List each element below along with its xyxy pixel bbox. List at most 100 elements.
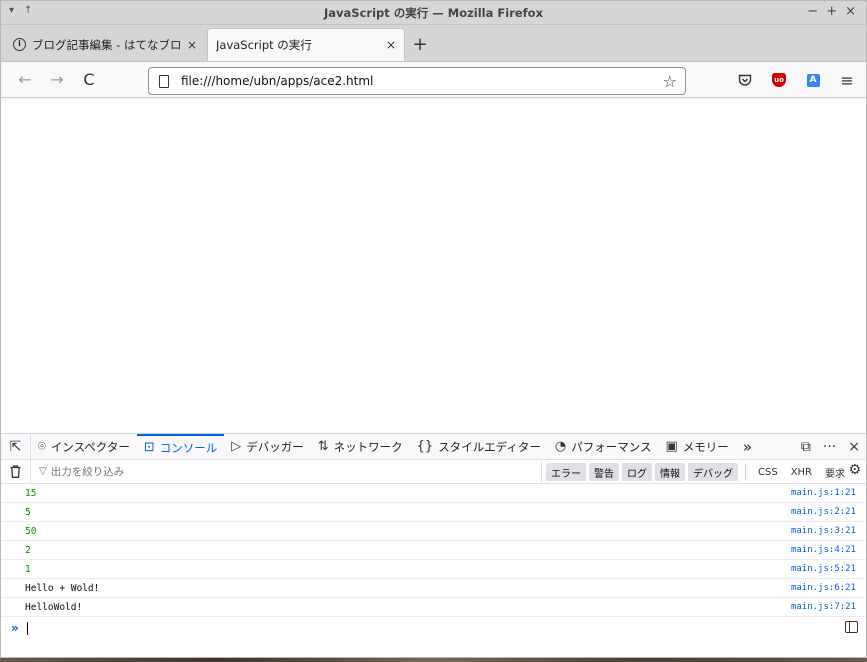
page-icon: [159, 74, 169, 88]
tab-performance[interactable]: ◔ パフォーマンス: [548, 434, 659, 459]
tab-hatena-blog[interactable]: i ブログ記事編集 - はてなブログ ×: [5, 28, 205, 61]
filter-placeholder: 出力を絞り込み: [50, 466, 125, 478]
funnel-icon: ▽: [39, 466, 47, 477]
ublock-origin-icon[interactable]: uo: [770, 69, 788, 91]
filter-error-button[interactable]: エラー: [546, 463, 586, 481]
network-icon: ⇅: [317, 439, 329, 454]
desktop-background-strip: [0, 658, 867, 662]
source-location-link[interactable]: main.js:5:21: [791, 564, 856, 574]
more-options-icon[interactable]: ···: [823, 439, 836, 455]
translate-icon[interactable]: A: [804, 69, 822, 91]
info-icon: i: [13, 38, 26, 51]
maximize-button[interactable]: +: [826, 4, 837, 19]
element-picker-icon[interactable]: ⇱: [1, 434, 31, 459]
url-bar[interactable]: file:///home/ubn/apps/ace2.html ☆: [148, 67, 686, 95]
console-message: 2: [25, 544, 31, 556]
braces-icon: {}: [416, 439, 434, 454]
filter-css-button[interactable]: CSS: [753, 463, 783, 481]
console-message-row: 1 main.js:5:21: [1, 560, 866, 579]
close-devtools-icon[interactable]: ×: [848, 439, 860, 455]
console-settings-gear-icon[interactable]: ⚙: [848, 462, 861, 478]
filter-info-button[interactable]: 情報: [655, 463, 685, 481]
source-location-link[interactable]: main.js:1:21: [791, 488, 856, 498]
console-message: 1: [25, 563, 31, 575]
tab-memory[interactable]: ▣ メモリー: [659, 434, 736, 459]
console-message-row: Hello + Wold! main.js:6:21: [1, 579, 866, 598]
filter-separator: [745, 464, 746, 480]
tab-strip: i ブログ記事編集 - はてなブログ × JavaScript の実行 × +: [1, 25, 866, 62]
filter-warning-button[interactable]: 警告: [589, 463, 619, 481]
tab-network[interactable]: ⇅ ネットワーク: [311, 434, 410, 459]
firefox-window: ▾ ↑ JavaScript の実行 — Mozilla Firefox − +…: [0, 0, 867, 658]
tab-label: デバッガー: [246, 439, 304, 454]
devtools-tab-bar: ⇱ ⌾ インスペクター ⊡ コンソール ▷ デバッガー ⇅ ネットワーク {} …: [1, 434, 866, 460]
filter-requests-button[interactable]: 要求: [820, 463, 850, 481]
console-message: 50: [25, 525, 37, 537]
devtools-panel: ⇱ ⌾ インスペクター ⊡ コンソール ▷ デバッガー ⇅ ネットワーク {} …: [1, 433, 866, 657]
console-input[interactable]: »: [1, 617, 866, 639]
source-location-link[interactable]: main.js:3:21: [791, 526, 856, 536]
new-tab-button[interactable]: +: [405, 28, 435, 61]
tab-label: パフォーマンス: [571, 439, 652, 454]
filter-log-button[interactable]: ログ: [622, 463, 652, 481]
console-output: 15 main.js:1:21 5 main.js:2:21 50 main.j…: [1, 484, 866, 617]
minimize-button[interactable]: −: [807, 4, 818, 19]
log-level-filters: エラー 警告 ログ 情報 デバッグ CSS XHR 要求: [541, 462, 850, 482]
close-window-button[interactable]: ×: [845, 4, 856, 19]
tab-label: スタイルエディター: [438, 439, 541, 454]
window-menu-icon[interactable]: ▾: [9, 5, 14, 16]
tab-label: ブログ記事編集 - はてなブログ: [32, 37, 181, 52]
tab-label: ネットワーク: [333, 439, 403, 454]
tab-console[interactable]: ⊡ コンソール: [136, 434, 225, 459]
window-title: JavaScript の実行 — Mozilla Firefox: [324, 5, 543, 20]
filter-xhr-button[interactable]: XHR: [786, 463, 817, 481]
url-text[interactable]: file:///home/ubn/apps/ace2.html: [181, 74, 663, 88]
source-location-link[interactable]: main.js:2:21: [791, 507, 856, 517]
console-message: 5: [25, 506, 31, 518]
tab-style-editor[interactable]: {} スタイルエディター: [410, 434, 548, 459]
pin-icon[interactable]: ↑: [24, 5, 32, 16]
console-icon: ⊡: [143, 440, 155, 455]
console-message: Hello + Wold!: [25, 582, 100, 594]
filter-debug-button[interactable]: デバッグ: [688, 463, 738, 481]
tab-javascript-run[interactable]: JavaScript の実行 ×: [207, 28, 405, 61]
inspector-icon: ⌾: [38, 439, 46, 454]
tab-label: メモリー: [682, 439, 729, 454]
title-bar: ▾ ↑ JavaScript の実行 — Mozilla Firefox − +…: [1, 1, 866, 25]
pocket-icon[interactable]: [736, 69, 754, 91]
console-filter-input[interactable]: ▽ 出力を絞り込み: [39, 464, 124, 479]
editor-mode-toggle-icon[interactable]: [845, 621, 858, 633]
debugger-icon: ▷: [231, 439, 242, 454]
tab-label: インスペクター: [50, 439, 130, 454]
reload-button[interactable]: C: [75, 66, 103, 94]
source-location-link[interactable]: main.js:6:21: [791, 583, 856, 593]
console-filter-bar: ▽ 出力を絞り込み エラー 警告 ログ 情報 デバッグ CSS XHR 要求 ⚙: [1, 460, 866, 484]
tab-label: JavaScript の実行: [216, 38, 312, 52]
console-message-row: 50 main.js:3:21: [1, 522, 866, 541]
source-location-link[interactable]: main.js:7:21: [791, 602, 856, 612]
page-content: [1, 99, 866, 433]
hamburger-menu-icon[interactable]: ≡: [838, 69, 856, 91]
toolbar-extensions: uo A ≡: [736, 69, 856, 91]
close-tab-icon[interactable]: ×: [187, 38, 197, 52]
tab-debugger[interactable]: ▷ デバッガー: [224, 434, 311, 459]
bookmark-star-icon[interactable]: ☆: [663, 72, 677, 91]
memory-chip-icon: ▣: [665, 439, 678, 454]
more-tabs-chevron-icon[interactable]: »: [736, 434, 759, 459]
source-location-link[interactable]: main.js:4:21: [791, 545, 856, 555]
prompt-chevron-icon: »: [11, 621, 19, 635]
tab-inspector[interactable]: ⌾ インスペクター: [31, 434, 137, 459]
window-controls: − + ×: [807, 4, 856, 19]
back-button[interactable]: ←: [11, 66, 39, 94]
dock-toggle-icon[interactable]: ⧉: [801, 439, 811, 455]
console-message-row: 5 main.js:2:21: [1, 503, 866, 522]
clear-console-trash-icon[interactable]: [1, 460, 31, 483]
console-message-row: HelloWold! main.js:7:21: [1, 598, 866, 617]
console-message-row: 15 main.js:1:21: [1, 484, 866, 503]
console-message: HelloWold!: [25, 601, 83, 613]
devtools-right-controls: ⧉ ··· ×: [801, 434, 860, 460]
text-cursor: [26, 621, 28, 635]
forward-button[interactable]: →: [43, 66, 71, 94]
close-tab-icon[interactable]: ×: [386, 38, 396, 52]
gauge-icon: ◔: [554, 439, 567, 454]
